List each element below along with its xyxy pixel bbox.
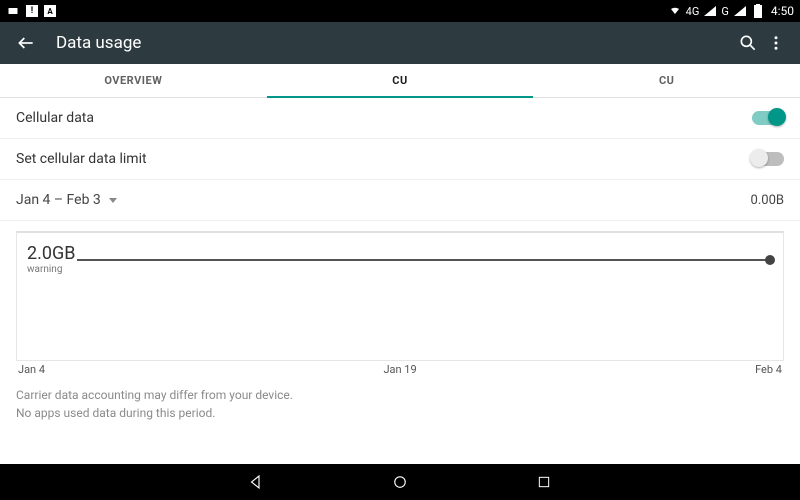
nav-home-button[interactable] — [388, 470, 412, 494]
warning-threshold-value: 2.0 — [27, 243, 52, 264]
date-range-dropdown[interactable]: Jan 4 – Feb 3 — [16, 192, 117, 208]
chart-x-axis: Jan 4 Jan 19 Feb 4 — [16, 361, 784, 376]
note-no-apps: No apps used data during this period. — [16, 404, 784, 422]
tab-overview[interactable]: OVERVIEW — [0, 64, 267, 97]
date-range-label: Jan 4 – Feb 3 — [16, 192, 101, 208]
tab-cu-1[interactable]: CU — [267, 64, 534, 97]
tabs: OVERVIEW CU CU — [0, 64, 800, 98]
battery-icon — [751, 4, 765, 18]
warning-threshold-unit: GB — [52, 243, 75, 264]
overflow-menu-button[interactable] — [762, 29, 790, 57]
signal-icon-1 — [703, 4, 717, 18]
x-tick-end: Feb 4 — [755, 363, 782, 376]
cellular-data-label: Cellular data — [16, 110, 94, 126]
usage-chart-area: 2.0GB warning Jan 4 Jan 19 Feb 4 — [0, 221, 800, 376]
warning-line — [77, 259, 771, 261]
nav-back-button[interactable] — [244, 470, 268, 494]
search-button[interactable] — [734, 29, 762, 57]
clock: 4:50 — [771, 4, 794, 18]
tab-cu-2[interactable]: CU — [533, 64, 800, 97]
cellular-data-toggle[interactable] — [752, 111, 784, 125]
usage-total: 0.00B — [751, 193, 784, 208]
cellular-data-row[interactable]: Cellular data — [0, 98, 800, 139]
set-limit-toggle[interactable] — [752, 152, 784, 166]
signal-icon-2 — [733, 4, 747, 18]
navigation-bar — [0, 464, 800, 500]
back-button[interactable] — [14, 31, 38, 55]
app-bar: Data usage — [0, 22, 800, 64]
chevron-down-icon — [109, 198, 117, 203]
sim-alert-icon-1: ! — [26, 5, 38, 17]
note-carrier: Carrier data accounting may differ from … — [16, 386, 784, 404]
wifi-icon — [668, 4, 682, 18]
set-limit-label: Set cellular data limit — [16, 151, 147, 167]
x-tick-start: Jan 4 — [18, 363, 45, 376]
status-bar: ! A 4G G 4:50 — [0, 0, 800, 22]
nav-recents-button[interactable] — [532, 470, 556, 494]
network-type-1: 4G — [686, 5, 700, 18]
footer-notes: Carrier data accounting may differ from … — [0, 376, 800, 430]
date-range-row: Jan 4 – Feb 3 0.00B — [0, 180, 800, 221]
usage-chart: 2.0GB warning — [16, 231, 784, 361]
warning-drag-handle[interactable] — [765, 255, 775, 265]
x-tick-mid: Jan 19 — [383, 363, 416, 376]
warning-caption: warning — [27, 264, 75, 275]
network-type-2: G — [721, 5, 729, 18]
page-title: Data usage — [56, 33, 141, 53]
screenshot-icon — [6, 4, 20, 18]
sim-alert-icon-2: A — [44, 5, 56, 17]
set-limit-row[interactable]: Set cellular data limit — [0, 139, 800, 180]
